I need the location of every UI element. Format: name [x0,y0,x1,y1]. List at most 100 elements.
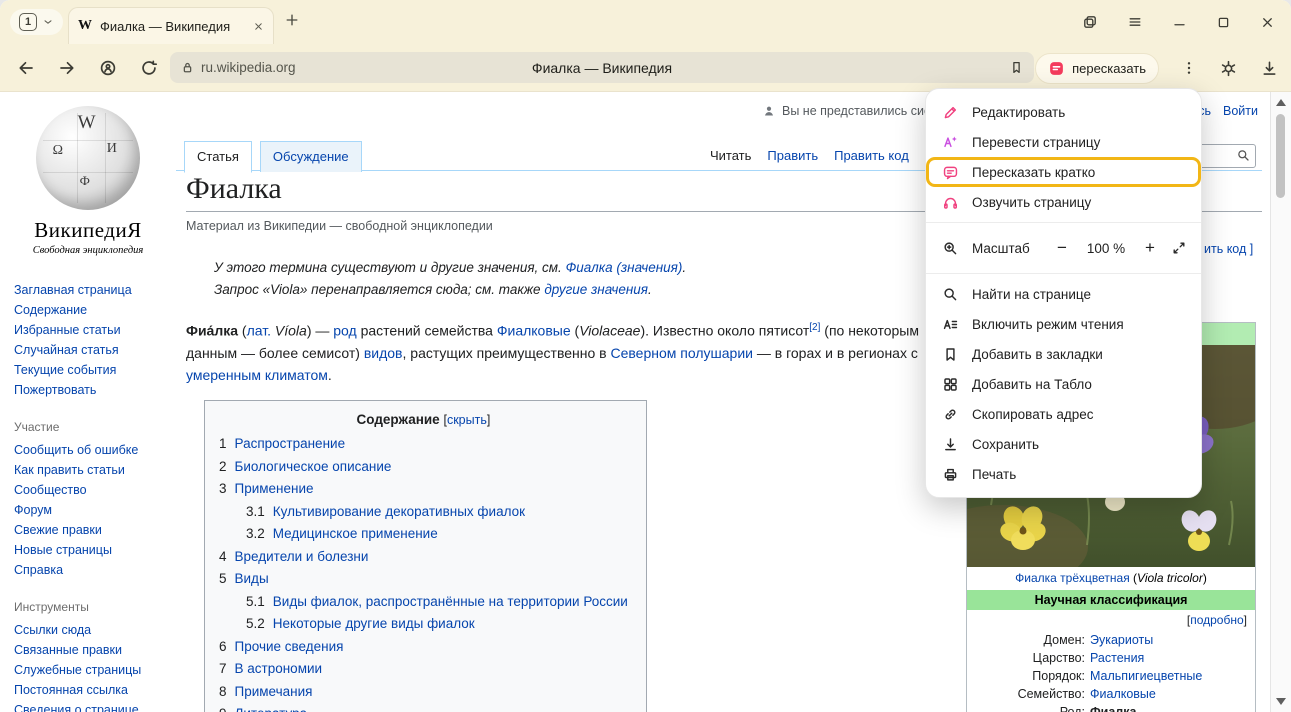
toc-link[interactable]: Распространение [235,433,346,456]
menu-item-find[interactable]: Найти на странице [926,279,1201,309]
view-read[interactable]: Читать [710,148,751,163]
taxon-value[interactable]: Фиалковые [1090,685,1249,703]
toc-link[interactable]: Литература [235,703,308,712]
retell-button[interactable]: пересказать [1035,53,1159,84]
protect-icon[interactable] [98,58,118,78]
toolbar-more-button[interactable] [1181,59,1197,77]
scroll-up-button[interactable] [1276,99,1286,106]
sidebar-link[interactable]: Как править статьи [14,460,176,480]
sidebar-link[interactable]: Содержание [14,300,176,320]
menu-item-print[interactable]: Печать [926,459,1201,489]
text-fragment: ( [571,323,580,339]
sidebar-link[interactable]: Сведения о странице [14,700,176,712]
search-icon[interactable] [1236,148,1251,163]
taxon-value[interactable]: Фиалка [1090,703,1249,712]
toc-link[interactable]: Применение [235,478,314,501]
inline-link[interactable]: Северном полушарии [611,345,753,361]
bookmark-flag-icon[interactable] [1009,60,1024,75]
address-bar[interactable]: ru.wikipedia.org Фиалка — Википедия [170,52,1034,83]
login-link[interactable]: Войти [1223,104,1258,118]
inline-link[interactable]: Фиалковые [497,323,571,339]
inline-link[interactable]: род [333,323,356,339]
tab-counter-button[interactable]: 1 [10,9,63,35]
tab-article[interactable]: Статья [184,141,252,173]
fullscreen-icon[interactable] [1171,240,1187,256]
inline-link[interactable]: другие значения [544,282,648,297]
toc-item: 3.2 Медицинское применение [246,523,628,546]
menu-item-retell[interactable]: Пересказать кратко [926,157,1201,187]
inline-link[interactable]: Фиалка (значения) [566,260,683,275]
toc-item: 5.1 Виды фиалок, распространённые на тер… [246,591,628,614]
inline-link[interactable]: умеренным климатом [186,367,328,383]
sidebar-link[interactable]: Пожертвовать [14,380,176,400]
toc-link[interactable]: Виды фиалок, распространённые на террито… [273,591,628,614]
menu-item-copy-link[interactable]: Скопировать адрес [926,399,1201,429]
forward-button[interactable] [57,58,77,78]
browser-tab[interactable]: W Фиалка — Википедия [68,7,274,44]
taxon-value[interactable]: Мальпигиецветные [1090,667,1249,685]
sidebar-link[interactable]: Постоянная ссылка [14,680,176,700]
maximize-button[interactable] [1216,15,1231,30]
toc-link[interactable]: Медицинское применение [273,523,438,546]
inline-link[interactable]: [2] [809,322,820,333]
menu-separator [926,222,1201,223]
scrollbar-thumb[interactable] [1276,114,1285,198]
sidebar-link[interactable]: Заглавная страница [14,280,176,300]
menu-item-bookmark[interactable]: Добавить в закладки [926,339,1201,369]
sidebar-link[interactable]: Сообщить об ошибке [14,440,176,460]
toc-hide-link[interactable]: скрыть [447,413,487,427]
inline-link[interactable]: Фиалка трёхцветная [1015,571,1130,585]
toc-link[interactable]: Биологическое описание [235,456,392,479]
sidebar-link[interactable]: Справка [14,560,176,580]
menu-item-edit[interactable]: Редактировать [926,97,1201,127]
wikipedia-globe[interactable]: W Ω И Ф [36,106,140,210]
inline-link[interactable]: видов [364,345,403,361]
zoom-in-button[interactable]: + [1142,238,1158,258]
sidebar-link[interactable]: Избранные статьи [14,320,176,340]
page-scrollbar[interactable] [1270,92,1291,712]
toc-link[interactable]: В астрономии [235,658,323,681]
sidebar-link[interactable]: Связанные правки [14,640,176,660]
toc-link[interactable]: Культивирование декоративных фиалок [273,501,525,524]
sidebar-link[interactable]: Свежие правки [14,520,176,540]
taxon-value[interactable]: Эукариоты [1090,631,1249,649]
wiki-sidebar: W Ω И Ф ВикипедиЯ Свободная энциклопедия… [0,92,176,712]
sidebar-link[interactable]: Форум [14,500,176,520]
view-edit-source[interactable]: Править код [834,148,909,163]
menu-item-reader[interactable]: Включить режим чтения [926,309,1201,339]
tab-talk[interactable]: Обсуждение [260,141,362,172]
toc-link[interactable]: Вредители и болезни [235,546,369,569]
reload-button[interactable] [139,58,159,78]
tab-close-icon[interactable] [253,21,264,32]
view-edit[interactable]: Править [767,148,818,163]
new-tab-button[interactable] [284,12,300,28]
text-fragment: ) — [307,323,333,339]
scroll-down-button[interactable] [1276,698,1286,705]
zoom-out-button[interactable]: − [1054,238,1070,258]
toc-link[interactable]: Прочие сведения [235,636,344,659]
toc-link[interactable]: Виды [235,568,269,591]
menu-item-translate[interactable]: Перевести страницу [926,127,1201,157]
menu-item-save[interactable]: Сохранить [926,429,1201,459]
download-button[interactable] [1260,59,1279,78]
sidebar-link[interactable]: Новые страницы [14,540,176,560]
back-button[interactable] [16,58,36,78]
extensions-icon[interactable] [1219,59,1238,78]
taxon-value[interactable]: Растения [1090,649,1249,667]
inline-link[interactable]: лат. [247,323,271,339]
toc-link[interactable]: Некоторые другие виды фиалок [273,613,475,636]
sidebar-link[interactable]: Случайная статья [14,340,176,360]
panels-icon[interactable] [1082,14,1098,30]
close-button[interactable] [1260,15,1275,30]
minimize-button[interactable] [1172,15,1187,30]
sidebar-link[interactable]: Сообщество [14,480,176,500]
taxobox-details-link[interactable]: подробно [1190,613,1243,627]
menu-item-tablo[interactable]: Добавить на Табло [926,369,1201,399]
menu-icon[interactable] [1127,14,1143,30]
toc-link[interactable]: Примечания [235,681,313,704]
sidebar-link[interactable]: Текущие события [14,360,176,380]
menu-item-voice[interactable]: Озвучить страницу [926,187,1201,217]
sidebar-header-tools: Инструменты [14,600,176,614]
sidebar-link[interactable]: Служебные страницы [14,660,176,680]
sidebar-link[interactable]: Ссылки сюда [14,620,176,640]
